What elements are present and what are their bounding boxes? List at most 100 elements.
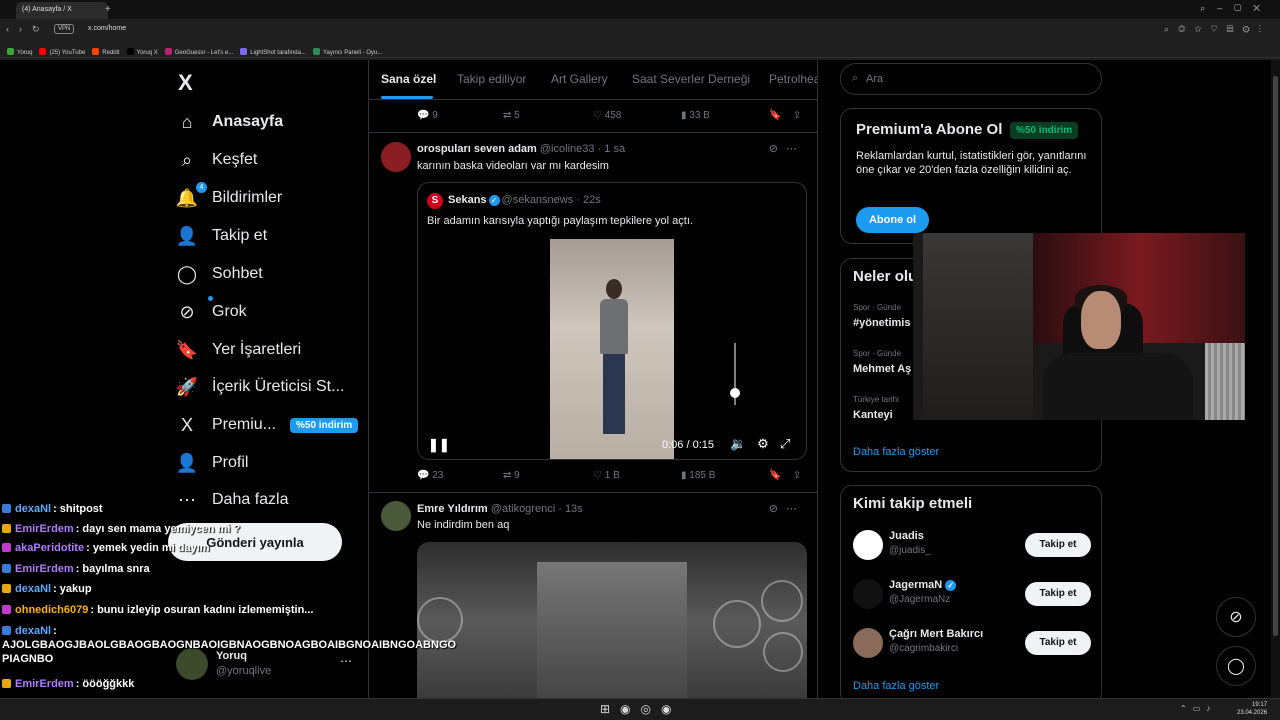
bookmark-item[interactable]: Yoruq bbox=[7, 48, 32, 56]
bookmark-item[interactable]: Yoruq X bbox=[126, 48, 158, 56]
bookmark-item[interactable]: (25) YouTube bbox=[39, 48, 85, 56]
sidebar-item-grok[interactable]: ⊘ Grok bbox=[176, 296, 247, 326]
follow-suggestion[interactable]: JagermaN ✓ @JagermaNz Takip et bbox=[853, 577, 1093, 613]
chat-username: dexaNl bbox=[15, 503, 52, 515]
nav-buttons[interactable]: ‹›↻ bbox=[6, 24, 50, 35]
suggestion-handle: @JagermaNz bbox=[889, 594, 951, 605]
reply-button[interactable]: 💬 23 bbox=[417, 470, 443, 481]
follow-button[interactable]: Takip et bbox=[1025, 582, 1091, 606]
tweet-media[interactable] bbox=[417, 542, 807, 700]
chat-message: ohnedich6079: bunu izleyip osuran kadını… bbox=[2, 604, 313, 616]
grok-button[interactable]: ⊘ bbox=[1216, 597, 1256, 637]
bookmark-item[interactable]: GeoGuessr - Let's e... bbox=[164, 48, 233, 56]
bookmark-item[interactable]: LightShot tarafında... bbox=[240, 48, 306, 56]
home-icon: ⌂ bbox=[181, 111, 193, 132]
share-icon[interactable]: ⇪ bbox=[793, 110, 801, 121]
reply-button[interactable]: 💬 9 bbox=[417, 110, 438, 121]
views-count[interactable]: ▮ 185 B bbox=[681, 470, 715, 481]
author-handle[interactable]: @atikogrenci bbox=[491, 503, 555, 515]
suggestion-name[interactable]: Çağrı Mert Bakırcı bbox=[889, 628, 983, 640]
like-button[interactable]: ♡ 458 bbox=[593, 110, 621, 121]
chat-badge-icon bbox=[2, 679, 11, 688]
system-tray[interactable]: ⌃▭♪ bbox=[1180, 704, 1216, 713]
show-more-link[interactable]: Daha fazla göster bbox=[853, 446, 939, 458]
suggestion-name[interactable]: Juadis bbox=[889, 530, 924, 542]
tab-saat-severler[interactable]: Saat Severler Derneği bbox=[632, 72, 750, 86]
tab-sana-ozel[interactable]: Sana özel bbox=[381, 72, 436, 86]
x-logo[interactable]: X bbox=[178, 70, 193, 96]
sidebar-item-home[interactable]: ⌂ Anasayfa bbox=[176, 108, 284, 136]
taskbar-apps[interactable]: ⊞◉◎◉ bbox=[600, 702, 681, 716]
vpn-badge[interactable]: VPN bbox=[54, 24, 75, 34]
tweet-time[interactable]: · 13s bbox=[558, 503, 582, 515]
scrollbar[interactable] bbox=[1271, 60, 1280, 698]
clock[interactable]: 19:17 23.04.2026 bbox=[1237, 701, 1267, 717]
bookmark-icon[interactable]: 🔖 bbox=[769, 470, 781, 481]
chat-text: : AJOLGBAOGJBAOLGBAOGBAOGNBAOIGBNAOGBNOA… bbox=[2, 625, 457, 665]
subscribe-button[interactable]: Abone ol bbox=[856, 207, 929, 233]
repost-button[interactable]: ⇄ 5 bbox=[503, 110, 520, 121]
video-control-icons[interactable]: 🔉⚙⤢ bbox=[730, 436, 801, 452]
tab-petrolhea[interactable]: Petrolhea bbox=[769, 72, 817, 86]
sidebar-item-chat[interactable]: ◯ Sohbet bbox=[176, 260, 263, 288]
x-premium-icon: X bbox=[180, 414, 193, 435]
bookmark-icon[interactable]: 🔖 bbox=[769, 110, 781, 121]
chat-message: EmirErdem: dayı sen mama yemiycen mi ? bbox=[2, 523, 240, 535]
search-input[interactable]: ⌕ Ara bbox=[840, 63, 1102, 95]
avatar[interactable] bbox=[381, 142, 411, 172]
bookmark-label: (25) YouTube bbox=[49, 50, 86, 56]
tab-art-gallery[interactable]: Art Gallery bbox=[551, 72, 608, 86]
sidebar-item-x-premium[interactable]: X Premiu... %50 indirim bbox=[176, 411, 359, 439]
share-icon[interactable]: ⇪ bbox=[793, 470, 801, 481]
sidebar-item-rocket[interactable]: 🚀 İçerik Üreticisi St... bbox=[175, 373, 345, 401]
url-field[interactable]: x.com/home bbox=[88, 25, 126, 32]
scroll-thumb[interactable] bbox=[1273, 76, 1278, 636]
chat-button[interactable]: ◯ bbox=[1216, 646, 1256, 686]
tweet-menu[interactable]: ⊘⋯ bbox=[769, 142, 805, 155]
sidebar-item-bell[interactable]: 🔔 4 Bildirimler bbox=[176, 182, 282, 212]
quoted-tweet[interactable]: S Sekans ✓ @sekansnews · 22s Bir adamın ka… bbox=[417, 182, 807, 460]
extension-icons[interactable]: ⌕◎☆♡▤⚙⋮ bbox=[1164, 24, 1270, 35]
follow-suggestion[interactable]: Juadis @juadis_ Takip et bbox=[853, 528, 1093, 564]
sidebar-item-label: Takip et bbox=[212, 227, 268, 244]
avatar[interactable] bbox=[853, 530, 883, 560]
sidebar-item-bookmark[interactable]: 🔖 Yer İşaretleri bbox=[176, 336, 301, 364]
avatar[interactable] bbox=[853, 579, 883, 609]
new-tab-icon[interactable]: + bbox=[105, 4, 111, 15]
tab-takip-ediliyor[interactable]: Takip ediliyor bbox=[457, 72, 526, 86]
follow-suggestion[interactable]: Çağrı Mert Bakırcı @cagrimbakirci Takip et bbox=[853, 626, 1093, 662]
tweet-menu[interactable]: ⊘⋯ bbox=[769, 502, 805, 515]
follow-button[interactable]: Takip et bbox=[1025, 631, 1091, 655]
sidebar-item-search[interactable]: ⌕ Keşfet bbox=[176, 146, 257, 174]
trend-item[interactable]: #yönetimis bbox=[853, 317, 910, 329]
chat-message: EmirErdem: bayılma snra bbox=[2, 563, 150, 575]
avatar: S bbox=[427, 193, 443, 209]
suggestion-name[interactable]: JagermaN ✓ bbox=[889, 579, 957, 591]
like-button[interactable]: ♡ 1 B bbox=[593, 470, 620, 481]
views-count[interactable]: ▮ 33 B bbox=[681, 110, 710, 121]
window-controls[interactable]: ⌕–▢✕ bbox=[1200, 3, 1272, 14]
repost-button[interactable]: ⇄ 9 bbox=[503, 470, 520, 481]
volume-knob[interactable] bbox=[730, 387, 740, 398]
author-name[interactable]: orospuları seven adam bbox=[417, 143, 537, 155]
pause-icon[interactable]: ❚❚ bbox=[428, 437, 450, 453]
video-player[interactable]: ❚❚ 0:06 / 0:15 🔉⚙⤢ bbox=[418, 239, 806, 459]
divider bbox=[369, 132, 817, 133]
bookmark-item[interactable]: Yayıncı Paneli - Oyu... bbox=[313, 48, 382, 56]
sidebar-item-profile[interactable]: 👤 Profil bbox=[176, 449, 249, 477]
author-handle[interactable]: @icoline33 bbox=[540, 143, 595, 155]
trend-item[interactable]: Kanteyi bbox=[853, 409, 893, 421]
show-more-link[interactable]: Daha fazla göster bbox=[853, 680, 939, 692]
sidebar-item-person-add[interactable]: 👤 Takip et bbox=[176, 222, 267, 250]
tweet-time[interactable]: · 1 sa bbox=[598, 143, 626, 155]
trend-item[interactable]: Mehmet Aş bbox=[853, 363, 911, 375]
notification-badge: 4 bbox=[196, 182, 207, 193]
premium-card: Premium'a Abone Ol %50 indirim Reklamlar… bbox=[840, 108, 1102, 244]
bookmark-item[interactable]: Reddit bbox=[92, 48, 120, 56]
follow-button[interactable]: Takip et bbox=[1025, 533, 1091, 557]
browser-tab[interactable]: (4) Anasayfa / X bbox=[16, 2, 108, 19]
chat-username: EmirErdem bbox=[15, 523, 74, 535]
avatar[interactable] bbox=[853, 628, 883, 658]
rocket-icon: 🚀 bbox=[175, 376, 199, 397]
who-to-follow-title: Kimi takip etmeli bbox=[853, 495, 973, 512]
